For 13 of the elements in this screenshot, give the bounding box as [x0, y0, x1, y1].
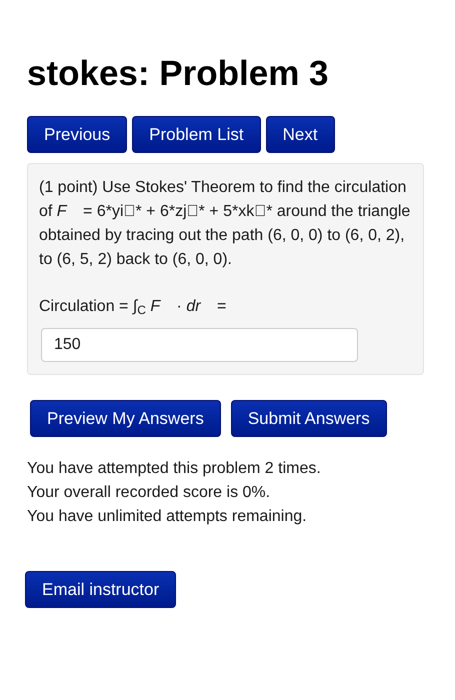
status-text: You have unlimited attempts remaining. — [27, 507, 308, 527]
action-button[interactable]: Preview My Answers — [30, 400, 221, 437]
nav-button[interactable]: Next — [266, 116, 335, 153]
status-text: You have attempted this problem 2 times. — [27, 459, 322, 479]
email-button[interactable]: Email instructor — [25, 571, 176, 608]
nav-button[interactable]: Problem List — [132, 116, 261, 153]
answer-field[interactable]: 150 — [41, 328, 358, 362]
page-title: stokes: Problem 3 — [27, 53, 330, 95]
status-text: Your overall recorded score is 0%. — [27, 483, 272, 503]
nav-button[interactable]: Previous — [27, 116, 128, 153]
answer-label: Circulation = ∫$_{C}$ F⃗ · dr⃗ = — [39, 297, 228, 319]
action-button[interactable]: Submit Answers — [230, 400, 387, 437]
problem-text: (1 point) Use Stokes' Theorem to find the circulation of F⃗ = 6*yi⃗* + 6*zj⃗* + 5*xk⃗* around the triangle obtained by tracing out the path (6, 0, 0) to (6, 0, 2), to (6, 5, 2) back to (6, 0, 0). — [39, 178, 412, 270]
